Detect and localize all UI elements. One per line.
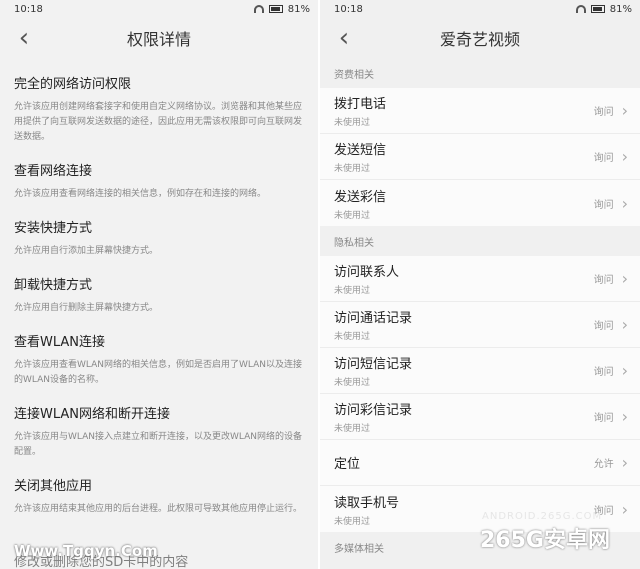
row-subtitle: 未使用过	[334, 164, 371, 174]
permission-details-panel: 10:18 81% ‹ 权限详情 完全的网络访问权限 允许该应用创建网络套接字和…	[0, 0, 318, 569]
wifi-icon	[253, 5, 264, 13]
row-subtitle: 未使用过	[334, 118, 371, 128]
row-value: 询问	[593, 199, 614, 211]
back-arrow-icon[interactable]: ‹	[12, 25, 36, 51]
chevron-right-icon: ›	[621, 361, 628, 380]
row-title: 发送短信	[334, 143, 387, 158]
row-title: 访问联系人	[334, 265, 400, 280]
row-value: 询问	[593, 367, 614, 378]
permission-title: 安装快捷方式	[14, 221, 93, 236]
permission-title: 查看网络连接	[14, 164, 93, 179]
permission-desc: 允许该应用查看网络连接的相关信息，例如存在和连接的网络。	[14, 189, 267, 199]
chevron-right-icon: ›	[621, 269, 628, 288]
permission-title: 卸载快捷方式	[14, 278, 93, 293]
battery-percent: 81%	[609, 3, 632, 15]
permission-row-mms[interactable]: 发送彩信 未使用过 询问 ›	[320, 180, 640, 226]
chevron-right-icon: ›	[621, 499, 628, 519]
permission-desc: 允许应用自行添加主屏幕快捷方式。	[14, 246, 159, 256]
permission-item: 查看WLAN连接 允许该应用查看WLAN网络的相关信息，例如是否启用了WLAN以…	[14, 331, 304, 388]
battery-percent: 81%	[287, 3, 310, 15]
row-value: 询问	[593, 107, 614, 118]
permission-desc: 允许应用自行删除主屏幕快捷方式。	[14, 303, 159, 313]
section-group-privacy: 访问联系人 未使用过 询问 › 访问通话记录 未使用过 询问 › 访问短信记录 …	[320, 256, 640, 532]
row-title: 访问彩信记录	[334, 403, 413, 418]
permission-row-call[interactable]: 拨打电话 未使用过 询问 ›	[320, 88, 640, 134]
permission-desc: 允许该应用查看WLAN网络的相关信息，例如是否启用了WLAN以及连接的WLAN设…	[14, 360, 303, 385]
row-title: 定位	[334, 457, 361, 472]
chevron-right-icon: ›	[621, 453, 628, 472]
row-value: 询问	[593, 321, 614, 332]
title-bar: ‹ 爱奇艺视频	[320, 18, 640, 58]
permission-row-sms-log[interactable]: 访问短信记录 未使用过 询问 ›	[320, 348, 640, 394]
chevron-right-icon: ›	[621, 147, 628, 166]
row-subtitle: 未使用过	[334, 332, 371, 342]
permission-row-call-log[interactable]: 访问通话记录 未使用过 询问 ›	[320, 302, 640, 348]
row-value: 询问	[593, 275, 614, 286]
permission-item: 查看网络连接 允许该应用查看网络连接的相关信息，例如存在和连接的网络。	[14, 160, 304, 202]
permission-title: 关闭其他应用	[14, 479, 93, 494]
status-time: 10:18	[14, 3, 43, 15]
app-permissions-panel: 10:18 81% ‹ 爱奇艺视频 资费相关 拨打电话 未使用过 询问 › 发送…	[320, 0, 640, 569]
row-title: 访问通话记录	[334, 311, 413, 326]
title-bar: ‹ 权限详情	[0, 18, 318, 58]
row-title: 发送彩信	[334, 189, 387, 205]
battery-icon	[268, 5, 283, 13]
row-value: 询问	[593, 505, 614, 517]
permission-item: 安装快捷方式 允许应用自行添加主屏幕快捷方式。	[14, 217, 304, 259]
status-bar: 10:18 81%	[320, 0, 640, 18]
row-subtitle: 未使用过	[334, 210, 371, 221]
permission-desc: 允许该应用结束其他应用的后台进程。此权限可导致其他应用停止运行。	[14, 504, 303, 514]
permission-list: 完全的网络访问权限 允许该应用创建网络套接字和使用自定义网络协议。浏览器和其他某…	[0, 73, 318, 517]
chevron-right-icon: ›	[621, 315, 628, 334]
row-subtitle: 未使用过	[334, 286, 371, 296]
permission-item: 连接WLAN网络和断开连接 允许该应用与WLAN接入点建立和断开连接，以及更改W…	[14, 403, 304, 460]
chevron-right-icon: ›	[621, 407, 628, 426]
permission-row-mms-log[interactable]: 访问彩信记录 未使用过 询问 ›	[320, 394, 640, 440]
permission-row-sms[interactable]: 发送短信 未使用过 询问 ›	[320, 134, 640, 180]
permission-title: 查看WLAN连接	[14, 335, 106, 350]
section-header-multimedia: 多媒体相关	[320, 532, 640, 562]
page-title: 爱奇艺视频	[439, 30, 520, 49]
row-value: 询问	[593, 153, 614, 164]
permission-row-location[interactable]: 定位 允许 ›	[320, 440, 640, 486]
permission-item: 卸载快捷方式 允许应用自行删除主屏幕快捷方式。	[14, 274, 304, 316]
battery-icon	[590, 5, 605, 13]
status-bar: 10:18 81%	[0, 0, 318, 18]
back-arrow-icon[interactable]: ‹	[332, 25, 356, 51]
row-subtitle: 未使用过	[334, 378, 371, 388]
row-value: 允许	[593, 459, 614, 470]
page-title: 权限详情	[126, 30, 191, 49]
permission-desc: 允许该应用创建网络套接字和使用自定义网络协议。浏览器和其他某些应用提供了向互联网…	[14, 102, 303, 142]
row-title: 拨打电话	[334, 97, 387, 112]
row-subtitle: 未使用过	[334, 516, 371, 527]
permission-title: 完全的网络访问权限	[14, 77, 132, 92]
section-header-charges: 资费相关	[320, 58, 640, 88]
permission-title: 连接WLAN网络和断开连接	[14, 407, 171, 422]
row-title: 访问短信记录	[334, 357, 413, 372]
permission-row-phone-number[interactable]: 读取手机号 未使用过 询问 ›	[320, 486, 640, 532]
permission-title-clipped: 修改或删除您的SD卡中的内容	[14, 555, 189, 569]
status-time: 10:18	[334, 3, 363, 15]
section-header-privacy: 隐私相关	[320, 226, 640, 256]
permission-item: 关闭其他应用 允许该应用结束其他应用的后台进程。此权限可导致其他应用停止运行。	[14, 475, 304, 517]
chevron-right-icon: ›	[621, 193, 628, 213]
permission-row-contacts[interactable]: 访问联系人 未使用过 询问 ›	[320, 256, 640, 302]
section-group-charges: 拨打电话 未使用过 询问 › 发送短信 未使用过 询问 › 发送彩信 未使用过	[320, 88, 640, 226]
row-title: 读取手机号	[334, 495, 400, 511]
chevron-right-icon: ›	[621, 101, 628, 120]
row-subtitle: 未使用过	[334, 424, 371, 434]
wifi-icon	[575, 5, 586, 13]
permission-item: 完全的网络访问权限 允许该应用创建网络套接字和使用自定义网络协议。浏览器和其他某…	[14, 73, 304, 145]
permission-desc: 允许该应用与WLAN接入点建立和断开连接，以及更改WLAN网络的设备配置。	[14, 432, 303, 457]
row-value: 询问	[593, 413, 614, 424]
